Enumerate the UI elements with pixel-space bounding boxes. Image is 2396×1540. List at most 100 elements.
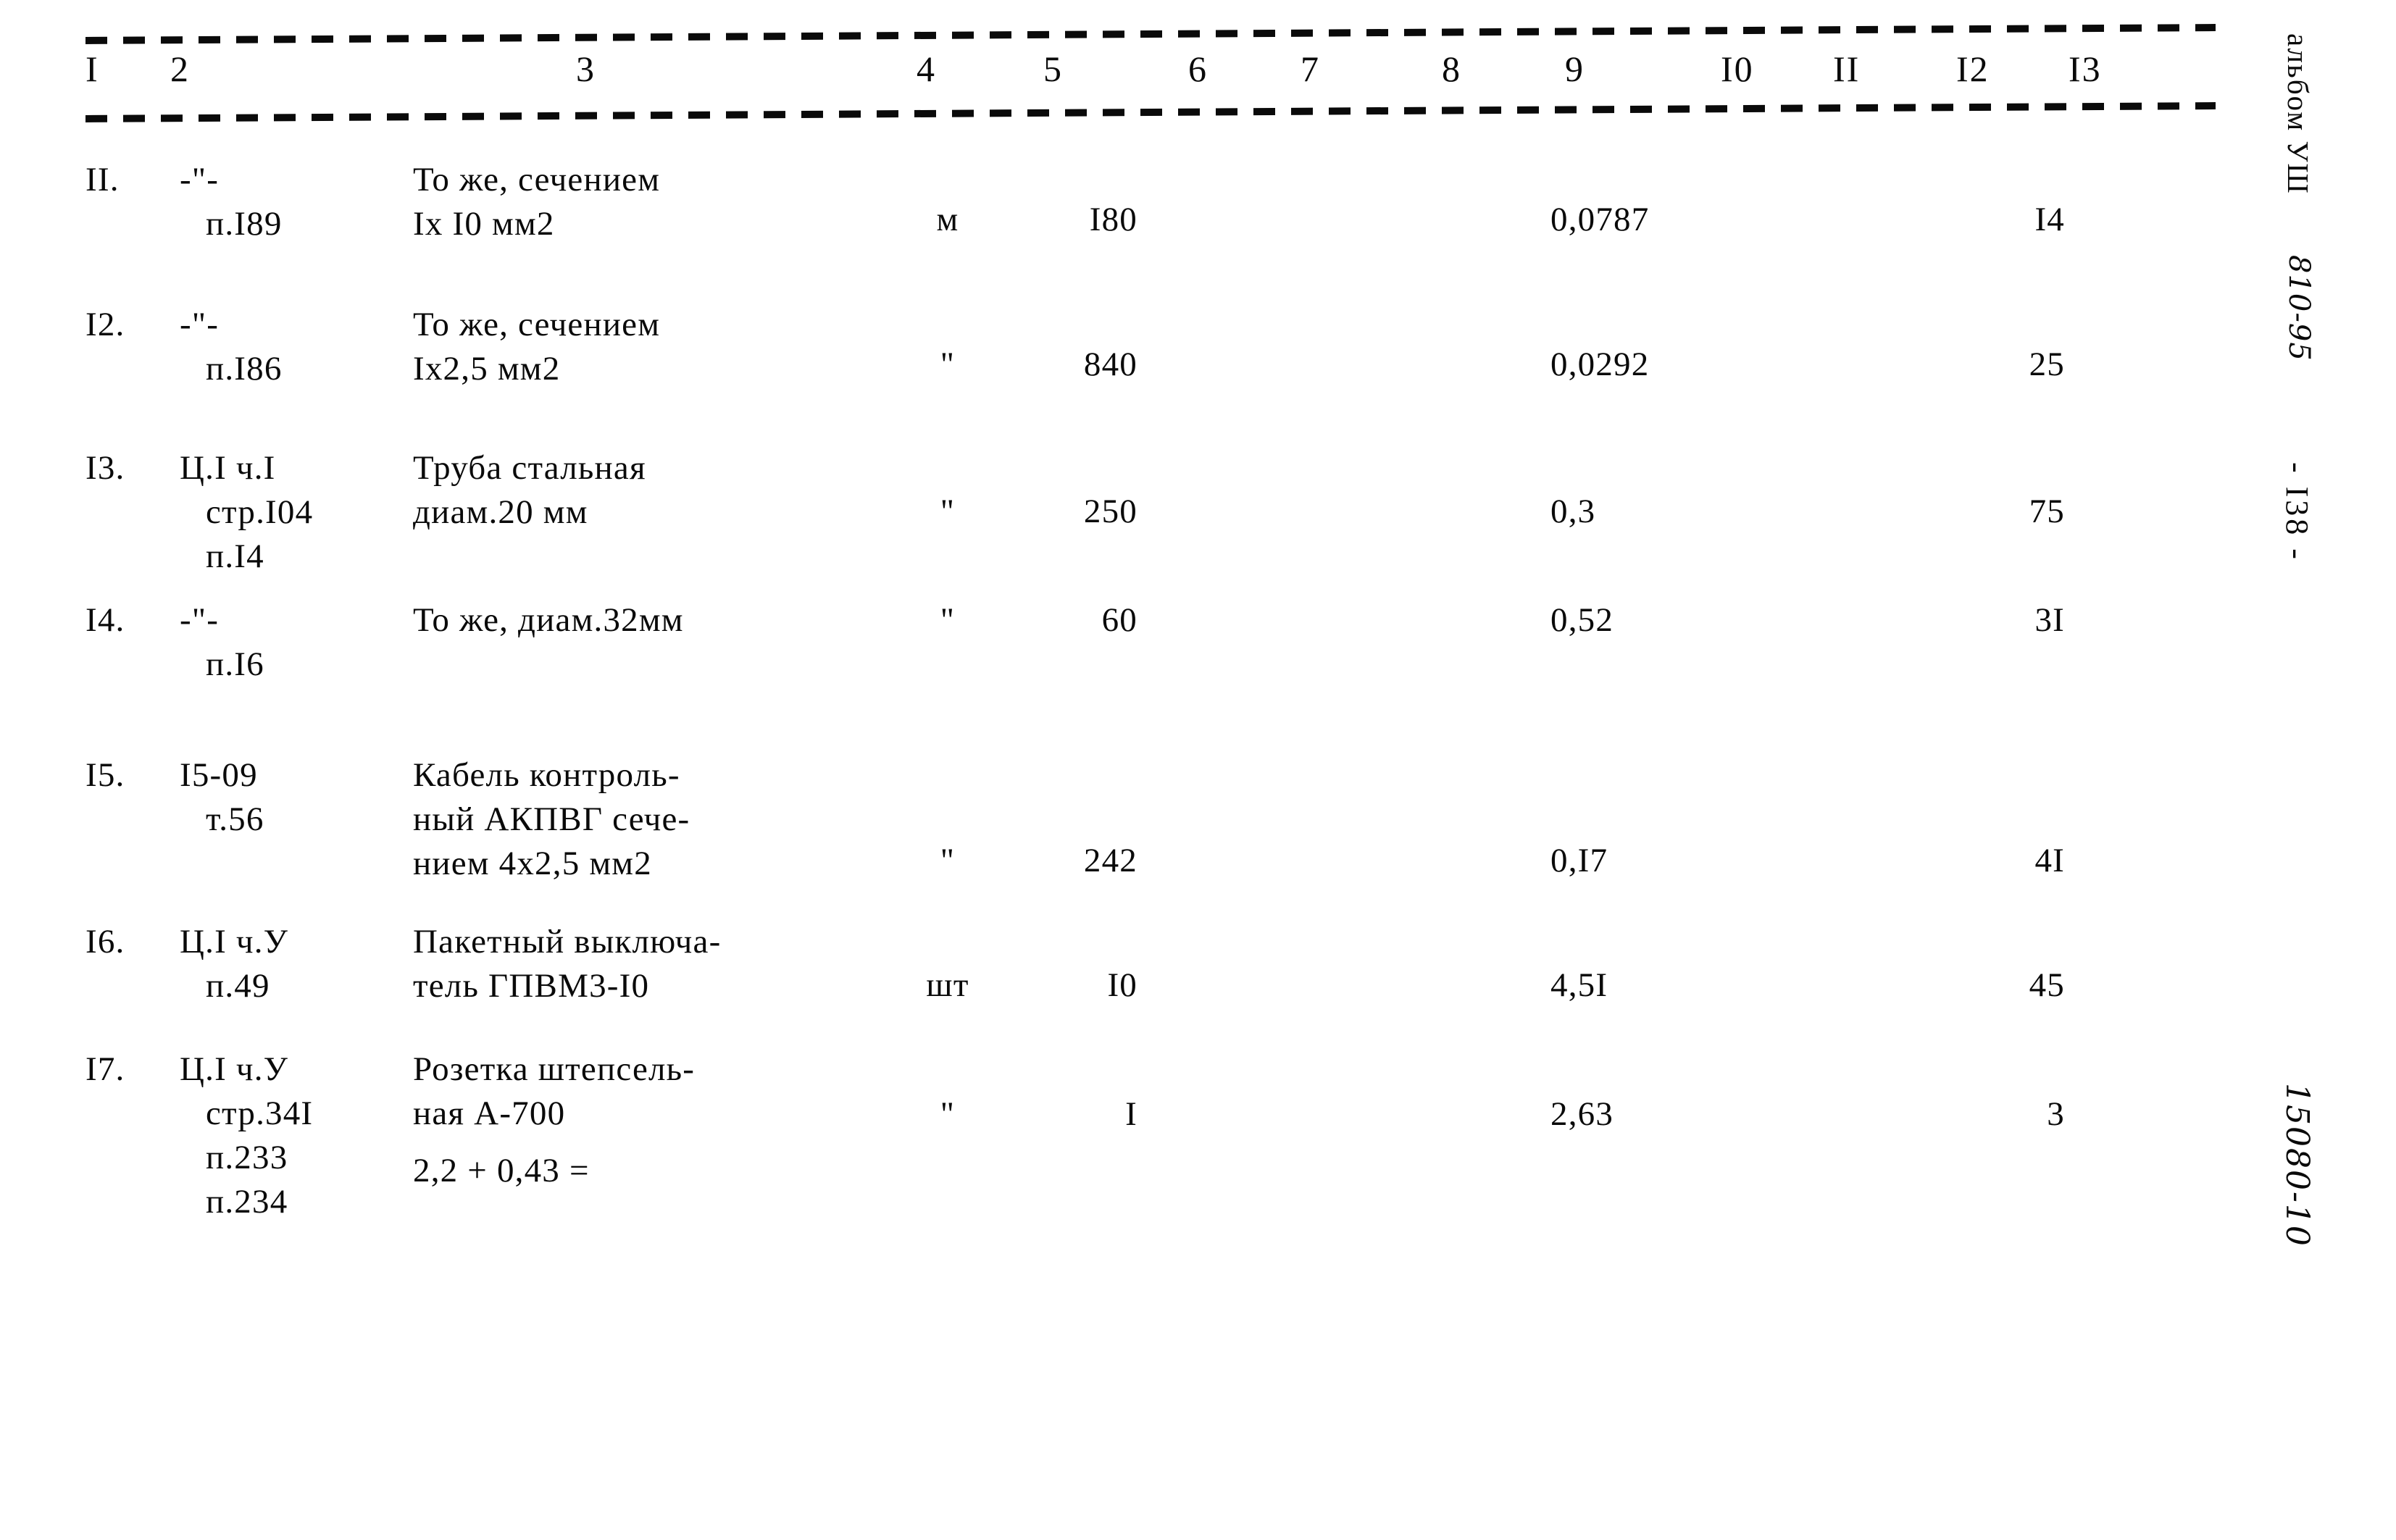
row-unit: " <box>940 842 956 879</box>
row-quantity: I <box>1125 1095 1138 1133</box>
row-unit: " <box>940 346 956 383</box>
row-description: Кабель контроль-ный АКПВГ сече-нием 4х2,… <box>413 753 690 886</box>
row-quantity: 242 <box>1083 842 1138 879</box>
table-row: I4. -"- п.I6 То же, диам.32мм " 60 0,52 3I <box>0 598 2246 736</box>
row-unit: " <box>940 601 956 639</box>
row-description-line <box>413 1136 695 1149</box>
column-header-3: 3 <box>576 49 596 89</box>
row-unit: " <box>940 493 956 530</box>
row-reference-line: стр.I04 <box>206 493 314 531</box>
row-description-line: То же, сечением <box>413 306 661 343</box>
column-header-2: 2 <box>170 49 190 89</box>
row-reference-line: т.56 <box>206 800 264 838</box>
row-item-number: I7. <box>85 1050 125 1088</box>
row-reference-line: п.I4 <box>206 537 264 575</box>
row-unit-price: 0,0292 <box>1550 346 1650 383</box>
row-reference-line: п.I89 <box>206 205 283 243</box>
row-unit-price: 2,63 <box>1550 1095 1614 1133</box>
row-item-number: I2. <box>85 306 125 343</box>
row-description: Труба стальная диам.20 мм <box>413 446 646 535</box>
table-row: I2. -"- п.I86 То же, сечением Iх2,5 мм2 " 840 0… <box>0 303 2246 440</box>
row-unit-price: 0,52 <box>1550 601 1614 639</box>
row-description-line: ная А-700 <box>413 1095 566 1132</box>
row-description-line: То же, сечением <box>413 161 661 198</box>
row-description: То же, диам.32мм <box>413 598 684 643</box>
page-number: - I38 - <box>2279 462 2315 562</box>
column-header-10: I0 <box>1721 49 1754 89</box>
table-row: II. -"- п.I89 То же, сечением Iх I0 мм2 м I80 0… <box>0 158 2246 296</box>
row-total: 3 <box>2047 1095 2065 1133</box>
row-total: 25 <box>2029 346 2065 383</box>
row-unit: " <box>940 1095 956 1133</box>
table-row: I6. Ц.I ч.У п.49 Пакетный выключа-тель ГПВМ… <box>0 920 2246 1058</box>
row-total: 75 <box>2029 493 2065 530</box>
album-label: альбом УШ <box>2282 33 2315 195</box>
column-header-4: 4 <box>917 49 936 89</box>
row-unit: шт <box>926 966 969 1004</box>
row-item-number: I5. <box>85 756 125 794</box>
row-reference-line: п.49 <box>206 967 270 1005</box>
row-reference: Ц.I ч.I стр.I04 п.I4 <box>180 446 313 579</box>
row-quantity: I80 <box>1089 201 1138 238</box>
column-header-11: II <box>1833 49 1861 89</box>
row-reference-line: п.234 <box>206 1183 288 1221</box>
row-description: Пакетный выключа-тель ГПВМ3-I0 <box>413 920 721 1008</box>
document-page: I 2 3 4 5 6 7 8 9 I0 II I2 I3 II. -"- п.I89 То же, сече… <box>0 0 2396 1540</box>
row-unit-price: 4,5I <box>1550 966 1608 1004</box>
column-header-6: 6 <box>1188 49 1208 89</box>
row-description-line: Iх I0 мм2 <box>413 205 555 243</box>
row-description-line: тель ГПВМ3-I0 <box>413 967 650 1005</box>
column-header-8: 8 <box>1442 49 1461 89</box>
column-header-9: 9 <box>1565 49 1585 89</box>
row-quantity: 250 <box>1083 493 1138 530</box>
row-reference-line: I5-09 <box>180 756 258 794</box>
header-rule-bottom <box>85 102 2216 122</box>
row-reference: I5-09 т.56 <box>180 753 264 842</box>
table-row: I7. Ц.I ч.У стр.34I п.233 п.234 Розетка штепс… <box>0 1047 2246 1243</box>
row-item-number: I6. <box>85 923 125 961</box>
row-description-line: 2,2 + 0,43 = <box>413 1152 590 1189</box>
row-unit-price: 0,I7 <box>1550 842 1608 879</box>
row-total: 45 <box>2029 966 2065 1004</box>
column-header-5: 5 <box>1043 49 1063 89</box>
row-total: I4 <box>2034 201 2065 238</box>
row-reference: -"- п.I86 <box>180 303 283 391</box>
row-description-line: Труба стальная <box>413 449 646 487</box>
row-reference-line: п.I86 <box>206 350 283 388</box>
row-description-line: Розетка штепсель- <box>413 1050 696 1088</box>
column-header-12: I2 <box>1956 49 1990 89</box>
row-reference: -"- п.I6 <box>180 598 264 687</box>
album-code: 810-95 <box>2282 255 2316 361</box>
row-reference-line: п.233 <box>206 1139 288 1176</box>
header-rule-top <box>85 24 2216 44</box>
row-total: 4I <box>2034 842 2065 879</box>
table-row: I3. Ц.I ч.I стр.I04 п.I4 Труба стальная диам.… <box>0 446 2246 591</box>
row-description-line: Кабель контроль- <box>413 756 680 794</box>
row-unit-price: 0,3 <box>1550 493 1596 530</box>
row-quantity: 840 <box>1083 346 1138 383</box>
archive-stamp-code: 15080-10 <box>2279 1083 2316 1247</box>
column-header-1: I <box>85 49 99 89</box>
column-header-7: 7 <box>1301 49 1320 89</box>
row-reference-line: -"- <box>180 601 220 639</box>
row-description: Розетка штепсель-ная А-700 2,2 + 0,43 = <box>413 1047 695 1193</box>
row-reference-line: -"- <box>180 306 220 343</box>
row-item-number: I3. <box>85 449 125 487</box>
row-quantity: 60 <box>1101 601 1138 639</box>
row-description: То же, сечением Iх I0 мм2 <box>413 158 660 246</box>
row-reference: -"- п.I89 <box>180 158 283 246</box>
row-description-line: То же, диам.32мм <box>413 601 684 639</box>
row-reference: Ц.I ч.У стр.34I п.233 п.234 <box>180 1047 313 1224</box>
row-reference-line: Ц.I ч.У <box>180 923 289 961</box>
row-description-line: нием 4х2,5 мм2 <box>413 845 652 882</box>
row-reference-line: п.I6 <box>206 645 264 683</box>
row-description-line: Iх2,5 мм2 <box>413 350 561 388</box>
table-row: I5. I5-09 т.56 Кабель контроль-ный АКПВГ се… <box>0 753 2246 920</box>
row-reference-line: Ц.I ч.I <box>180 449 276 487</box>
row-reference: Ц.I ч.У п.49 <box>180 920 288 1008</box>
row-description-line: Пакетный выключа- <box>413 923 722 961</box>
row-unit: м <box>936 201 959 238</box>
row-reference-line: -"- <box>180 161 220 198</box>
row-total: 3I <box>2034 601 2065 639</box>
column-header-13: I3 <box>2069 49 2102 89</box>
